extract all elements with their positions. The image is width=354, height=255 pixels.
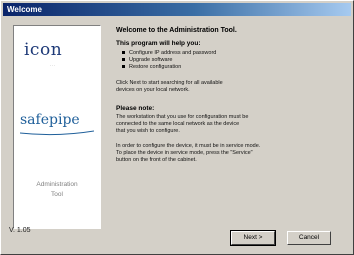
logo-panel: icon ... safepipe Administration Tool	[13, 25, 101, 229]
note-line3: that you wish to configure.	[116, 128, 180, 134]
bullet-icon	[122, 58, 125, 62]
bullet-icon	[122, 51, 125, 55]
note-line2: connected to the same local network as t…	[116, 121, 240, 127]
service-line1: In order to configure the device, it mus…	[116, 143, 261, 149]
bullet-item: Restore configuration	[122, 64, 181, 71]
click-next-text: Click Next to start searching for all av…	[116, 80, 223, 94]
service-mode-text: In order to configure the device, it mus…	[116, 143, 260, 164]
title-bar[interactable]: Welcome	[3, 3, 351, 16]
bullet-text: Configure IP address and password	[129, 50, 217, 56]
welcome-heading: Welcome to the Administration Tool.	[116, 27, 237, 34]
admin-tool-line2: Tool	[51, 191, 63, 198]
bullet-item: Upgrade software	[122, 57, 172, 64]
icon-brand-text: icon	[24, 40, 63, 60]
icon-logo: icon ...	[24, 40, 90, 68]
bullet-icon	[122, 65, 125, 69]
safepipe-brand-text: safepipe	[20, 112, 80, 128]
note-text: The workstation that you use for configu…	[116, 114, 248, 135]
cancel-button[interactable]: Cancel	[287, 231, 331, 245]
note-line1: The workstation that you use for configu…	[116, 114, 249, 120]
bullet-text: Upgrade software	[129, 57, 173, 63]
click-next-line2: devices on your local network.	[116, 87, 190, 93]
bullet-text: Restore configuration	[129, 64, 182, 70]
version-label: V. 1.05	[9, 227, 31, 234]
next-button[interactable]: Next >	[230, 230, 276, 246]
service-line3: button on the front of the cabinet.	[116, 157, 197, 163]
safepipe-logo: safepipe	[20, 112, 94, 138]
bullet-item: Configure IP address and password	[122, 50, 216, 57]
welcome-dialog: Welcome icon ... safepipe Administration…	[0, 0, 354, 255]
service-line2: To place the device in service mode, pre…	[116, 150, 253, 156]
admin-tool-label: Administration Tool	[14, 180, 100, 200]
icon-brand-subtitle: ...	[50, 62, 57, 67]
window-title: Welcome	[7, 5, 42, 14]
program-help-heading: This program will help you:	[116, 40, 201, 47]
admin-tool-line1: Administration	[36, 181, 78, 188]
click-next-line1: Click Next to start searching for all av…	[116, 80, 223, 86]
safepipe-swoosh-icon	[20, 130, 94, 136]
please-note-heading: Please note:	[116, 105, 155, 112]
